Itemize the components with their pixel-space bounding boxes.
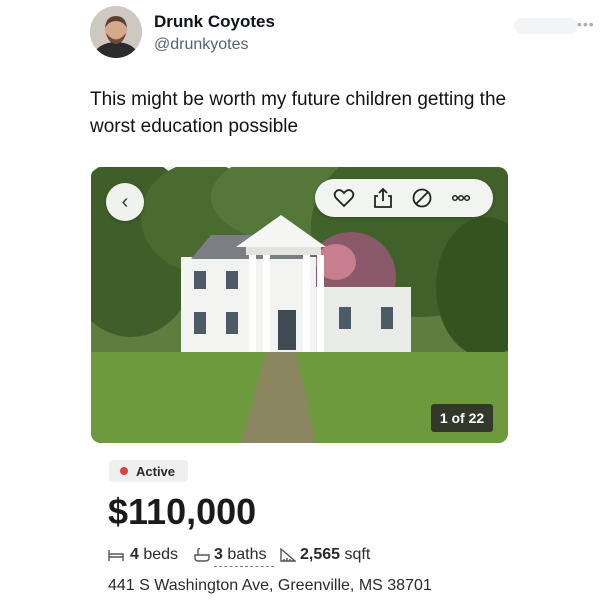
bath-icon bbox=[194, 548, 210, 562]
more-options-icon[interactable] bbox=[450, 187, 472, 209]
photo-counter: 1 of 22 bbox=[431, 404, 493, 432]
share-icon[interactable] bbox=[372, 187, 394, 209]
status-label: Active bbox=[136, 464, 176, 479]
beds-stat: 4 beds bbox=[130, 546, 179, 563]
blurred-tag bbox=[514, 18, 578, 34]
listing-photo[interactable]: ‹ 1 of 22 bbox=[91, 167, 508, 443]
baths-underline bbox=[214, 566, 274, 567]
more-horizontal-icon[interactable]: ••• bbox=[577, 16, 595, 32]
back-button[interactable]: ‹ bbox=[106, 183, 144, 221]
heart-icon[interactable] bbox=[333, 187, 355, 209]
listing-address[interactable]: 441 S Washington Ave, Greenville, MS 387… bbox=[108, 577, 432, 595]
tweet-header: Drunk Coyotes @drunkyotes ••• bbox=[90, 6, 594, 62]
tweet-text: This might be worth my future children g… bbox=[90, 89, 507, 137]
chevron-left-icon: ‹ bbox=[121, 190, 129, 213]
baths-stat[interactable]: 3 baths bbox=[214, 546, 267, 564]
sqft-stat: 2,565 sqft bbox=[300, 546, 371, 563]
avatar-photo bbox=[90, 6, 142, 58]
avatar[interactable] bbox=[90, 6, 142, 58]
listing-price: $110,000 bbox=[108, 491, 257, 532]
status-dot-icon bbox=[120, 467, 128, 475]
display-name[interactable]: Drunk Coyotes bbox=[154, 12, 275, 32]
user-handle[interactable]: @drunkyotes bbox=[154, 36, 249, 54]
status-badge: Active bbox=[109, 460, 188, 482]
ruler-icon bbox=[280, 548, 296, 562]
hide-icon[interactable] bbox=[411, 187, 433, 209]
bed-icon bbox=[108, 548, 124, 562]
photo-actions bbox=[315, 179, 493, 217]
